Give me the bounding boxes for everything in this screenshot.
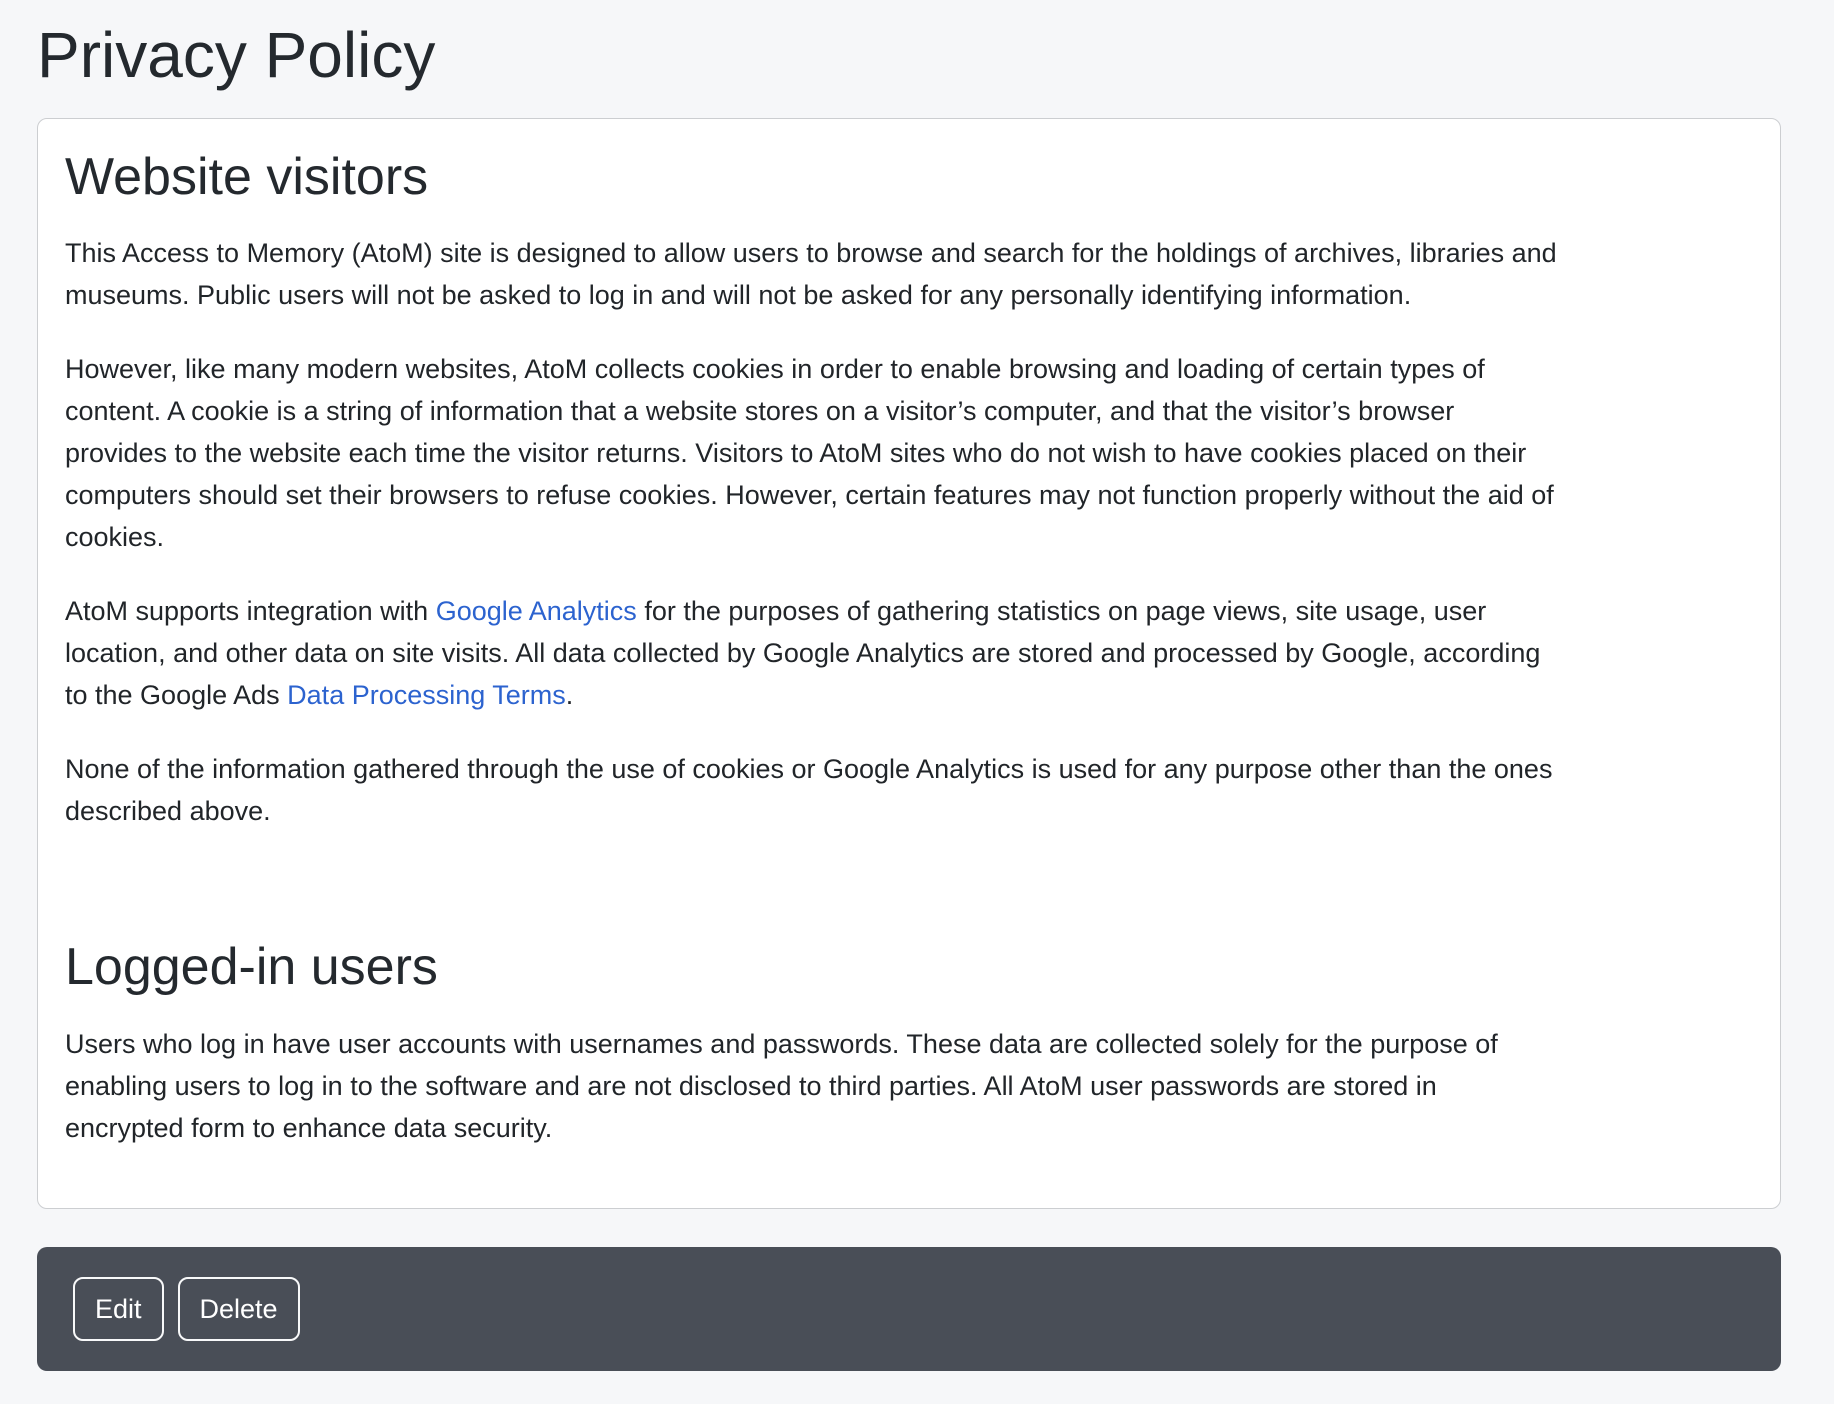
paragraph-user-accounts: Users who log in have user accounts with… [65, 1023, 1560, 1149]
static-page-card: Website visitors This Access to Memory (… [37, 118, 1781, 1209]
data-processing-terms-link[interactable]: Data Processing Terms [287, 680, 566, 710]
paragraph-cookies: However, like many modern websites, AtoM… [65, 348, 1560, 558]
paragraph-information-use: None of the information gathered through… [65, 748, 1560, 832]
paragraph-google-analytics: AtoM supports integration with Google An… [65, 590, 1560, 716]
edit-button[interactable]: Edit [73, 1277, 164, 1341]
delete-button[interactable]: Delete [178, 1277, 300, 1341]
page-title: Privacy Policy [37, 17, 1781, 94]
section-heading-logged-in-users: Logged-in users [65, 936, 1753, 998]
google-analytics-link[interactable]: Google Analytics [436, 596, 637, 626]
actions-bar: Edit Delete [37, 1247, 1781, 1371]
section-heading-website-visitors: Website visitors [65, 146, 1753, 208]
paragraph-site-purpose: This Access to Memory (AtoM) site is des… [65, 232, 1560, 316]
page-container: Privacy Policy Website visitors This Acc… [0, 0, 1781, 1371]
